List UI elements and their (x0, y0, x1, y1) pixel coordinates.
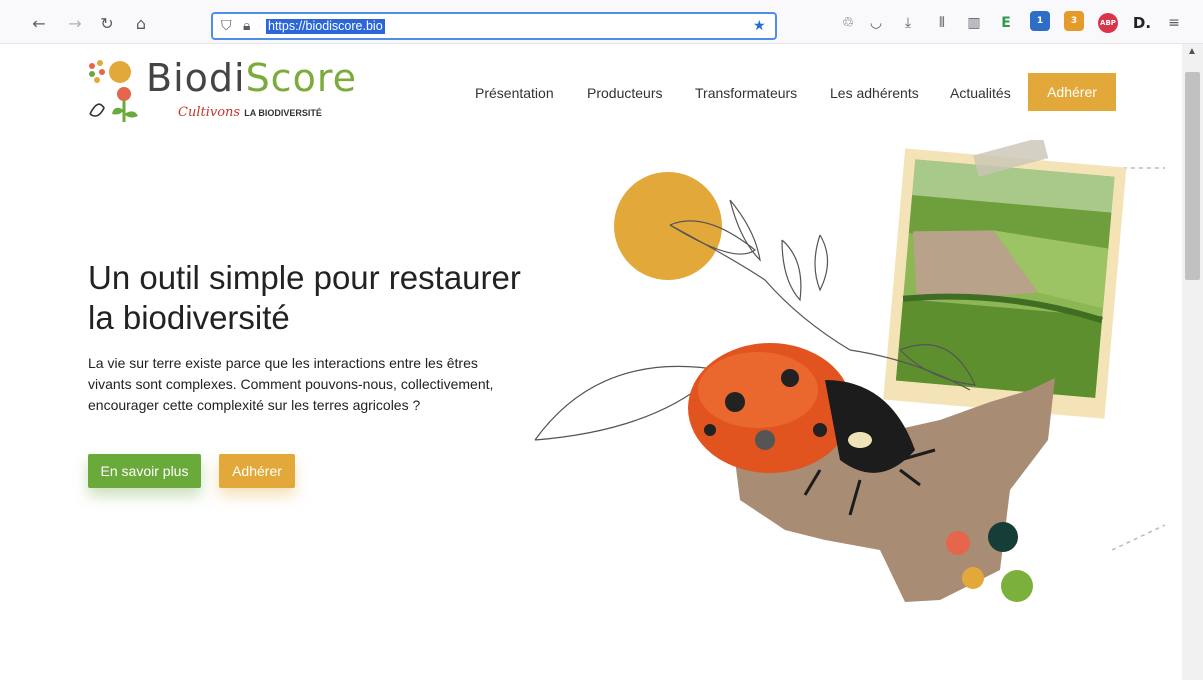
download-icon[interactable]: ⤓ (898, 13, 918, 33)
bookmark-star-icon[interactable]: ★ (753, 18, 766, 34)
hero-title: Un outil simple pour restaurer la biodiv… (88, 259, 521, 336)
landscape-photo (883, 148, 1127, 419)
logo-tagline: Cultivons LA BIODIVERSITÉ (178, 105, 322, 120)
back-icon[interactable]: ← (28, 12, 50, 34)
green-dot-decoration (1001, 570, 1033, 602)
dashed-line-decoration (1111, 524, 1166, 551)
home-icon[interactable]: ⌂ (130, 12, 152, 34)
nav-producteurs[interactable]: Producteurs (587, 85, 662, 101)
sidebar-icon[interactable]: ▥ (964, 13, 984, 33)
flower-logo-icon (89, 60, 138, 122)
url-text[interactable]: https://biodiscore.bio (266, 19, 385, 34)
account-icon[interactable]: ♲ (838, 13, 858, 33)
ochre-circle-decoration (614, 172, 722, 280)
page-scrollbar[interactable]: ▲ (1182, 44, 1203, 680)
nav-adherents[interactable]: Les adhérents (830, 85, 919, 101)
address-bar[interactable]: ⛉ 🔒︎ https://biodiscore.bio ★ (211, 12, 777, 40)
scroll-up-icon[interactable]: ▲ (1187, 46, 1197, 57)
logo-wordmark: BiodiScore (146, 56, 357, 100)
evernote-icon[interactable]: E (996, 13, 1016, 33)
lock-icon[interactable]: 🔒︎ (243, 18, 250, 34)
scrollbar-thumb[interactable] (1185, 72, 1200, 280)
extension-badge-icon[interactable]: 3 (1064, 11, 1084, 31)
hero-lead: La vie sur terre existe parce que les in… (88, 355, 494, 413)
menu-hamburger-icon[interactable]: ≡ (1164, 13, 1184, 33)
extension-d-icon[interactable]: D. (1132, 13, 1152, 33)
nav-transformateurs[interactable]: Transformateurs (695, 85, 797, 101)
learn-more-button[interactable]: En savoir plus (88, 454, 201, 488)
forward-icon[interactable]: → (64, 12, 86, 34)
pocket-icon[interactable]: ◡ (866, 13, 886, 33)
library-icon[interactable]: ⫴ (932, 13, 952, 33)
nav-presentation[interactable]: Présentation (475, 85, 554, 101)
shield-icon[interactable]: ⛉ (221, 18, 232, 34)
reload-icon[interactable]: ↻ (96, 12, 118, 34)
extension-badge-icon[interactable]: 1 (1030, 11, 1050, 31)
coral-dot-decoration (946, 531, 970, 555)
browser-toolbar: ← → ↻ ⌂ ⛉ 🔒︎ https://biodiscore.bio ★ ♲ … (0, 0, 1203, 44)
adblock-icon[interactable]: ABP (1098, 13, 1118, 33)
site-logo[interactable]: BiodiScore Cultivons LA BIODIVERSITÉ (84, 56, 364, 126)
teal-dot-decoration (988, 522, 1018, 552)
ochre-dot-decoration (962, 567, 984, 589)
nav-adherer-button[interactable]: Adhérer (1028, 73, 1116, 111)
nav-actualites[interactable]: Actualités (950, 85, 1011, 101)
hero-illustration (534, 140, 1166, 602)
join-button[interactable]: Adhérer (219, 454, 295, 488)
